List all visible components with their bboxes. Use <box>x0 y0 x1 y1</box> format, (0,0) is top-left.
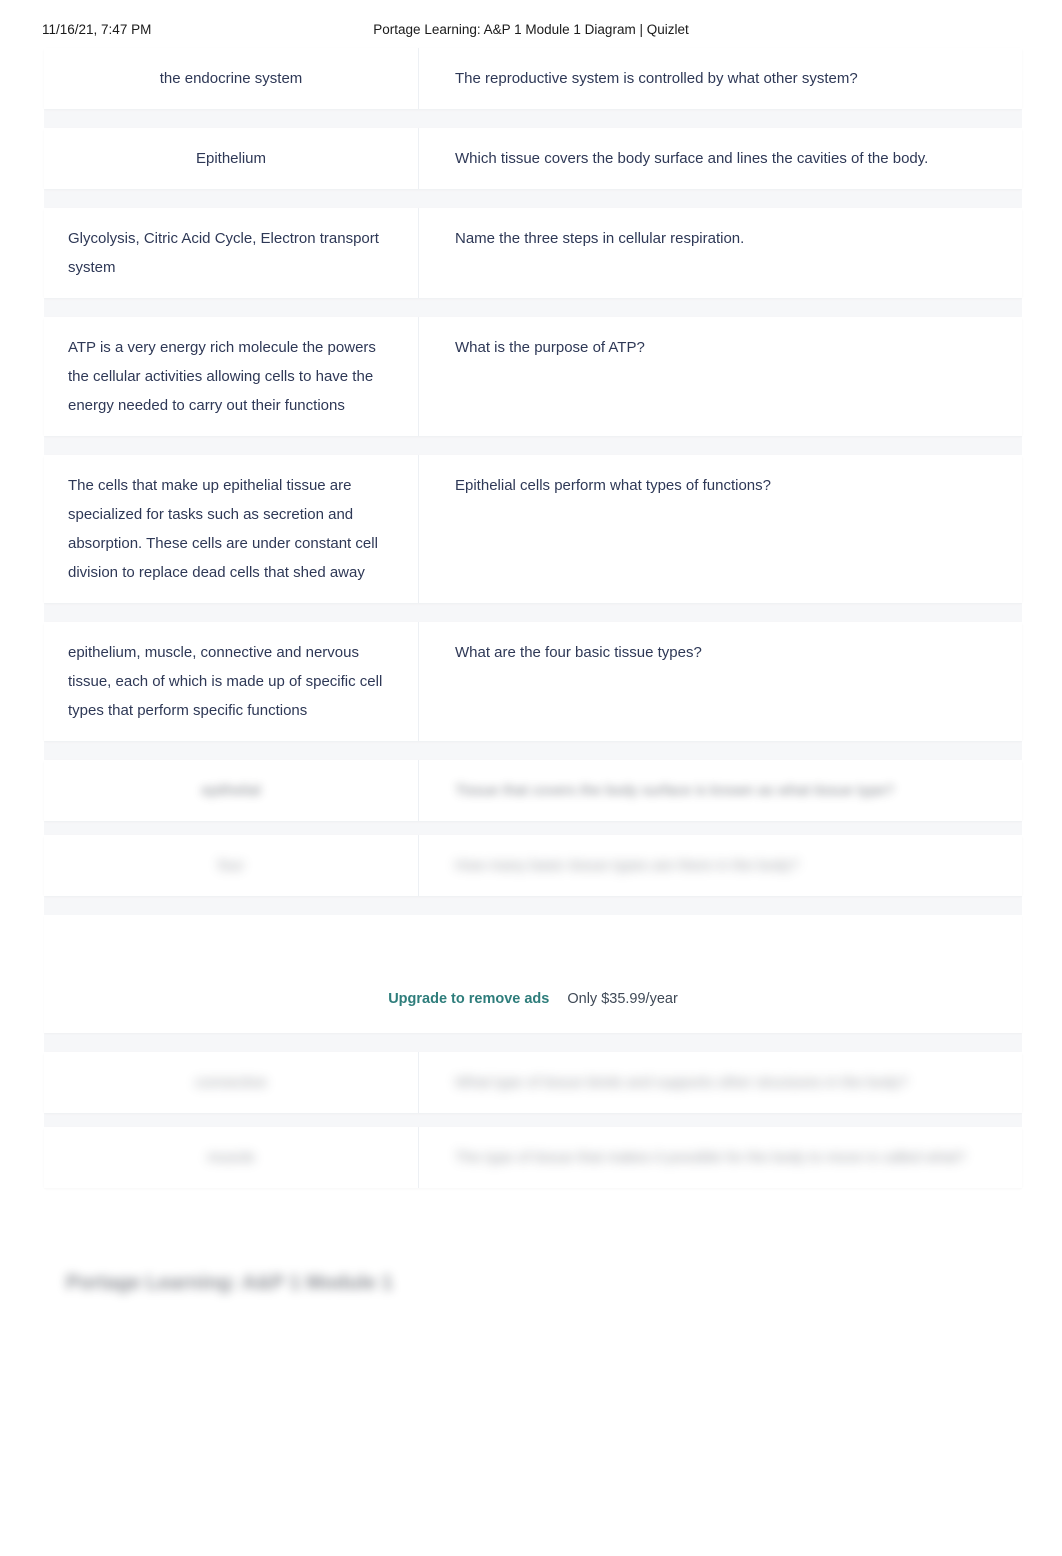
flashcard-definition-cell[interactable]: What are the four basic tissue types? <box>418 622 1022 741</box>
flashcard-sheet: the endocrine system The reproductive sy… <box>44 48 1022 1188</box>
flashcard-term-cell[interactable]: four <box>44 835 418 896</box>
flashcard-definition-cell[interactable]: How many basic tissue types are there in… <box>418 835 1022 896</box>
flashcard-row[interactable]: The cells that make up epithelial tissue… <box>44 455 1022 603</box>
row-separator <box>44 436 1022 455</box>
advertisement-price: Only $35.99/year <box>567 991 678 1007</box>
flashcard-term-cell[interactable]: ATP is a very energy rich molecule the p… <box>44 317 418 436</box>
flashcard-term: muscle <box>207 1149 255 1166</box>
flashcard-term-cell[interactable]: connective <box>44 1052 418 1113</box>
flashcard-definition-cell[interactable]: Tissue that covers the body surface is k… <box>418 760 1022 821</box>
flashcard-row[interactable]: Glycolysis, Citric Acid Cycle, Electron … <box>44 208 1022 298</box>
flashcard-term: ATP is a very energy rich molecule the p… <box>68 339 376 414</box>
flashcard-term-cell[interactable]: muscle <box>44 1127 418 1188</box>
document-title: Portage Learning: A&P 1 Module 1 Diagram… <box>373 22 689 37</box>
flashcard-row-blurred[interactable]: muscle The type of tissue that makes it … <box>44 1127 1022 1188</box>
flashcard-row[interactable]: ATP is a very energy rich molecule the p… <box>44 317 1022 436</box>
flashcard-term: the endocrine system <box>159 70 303 87</box>
flashcard-term: epithelium, muscle, connective and nervo… <box>68 644 383 719</box>
flashcard-term: four <box>218 857 244 874</box>
footer-blurred-text: Portage Learning: A&P 1 Module 1 <box>66 1272 393 1294</box>
flashcard-definition: The type of tissue that makes it possibl… <box>455 1149 966 1166</box>
row-separator <box>44 741 1022 760</box>
upgrade-to-remove-ads-link[interactable]: Upgrade to remove ads <box>388 991 549 1007</box>
flashcard-definition: What type of tissue binds and supports o… <box>455 1074 908 1091</box>
flashcard-term-cell[interactable]: epithelium, muscle, connective and nervo… <box>44 622 418 741</box>
flashcard-term-cell[interactable]: epithelial <box>44 760 418 821</box>
row-separator <box>44 1033 1022 1052</box>
flashcard-row[interactable]: Epithelium Which tissue covers the body … <box>44 128 1022 189</box>
row-separator <box>44 896 1022 915</box>
flashcard-row-blurred[interactable]: four How many basic tissue types are the… <box>44 835 1022 896</box>
flashcard-definition: What is the purpose of ATP? <box>455 339 645 356</box>
flashcard-definition: Name the three steps in cellular respira… <box>455 230 745 247</box>
flashcard-definition: How many basic tissue types are there in… <box>455 857 799 874</box>
flashcard-term: Glycolysis, Citric Acid Cycle, Electron … <box>68 230 379 276</box>
flashcard-term-cell[interactable]: The cells that make up epithelial tissue… <box>44 455 418 603</box>
flashcard-definition: The reproductive system is controlled by… <box>455 70 858 87</box>
flashcard-definition: Which tissue covers the body surface and… <box>455 150 929 167</box>
flashcard-definition-cell[interactable]: The type of tissue that makes it possibl… <box>418 1127 1022 1188</box>
flashcard-definition: Tissue that covers the body surface is k… <box>455 782 894 799</box>
flashcard-term: The cells that make up epithelial tissue… <box>68 477 378 581</box>
advertisement-banner: Upgrade to remove ads Only $35.99/year <box>44 915 1022 1033</box>
flashcard-row[interactable]: epithelium, muscle, connective and nervo… <box>44 622 1022 741</box>
flashcard-term-cell[interactable]: Epithelium <box>44 128 418 189</box>
flashcard-definition-cell[interactable]: Which tissue covers the body surface and… <box>418 128 1022 189</box>
row-separator <box>44 189 1022 208</box>
flashcard-definition-cell[interactable]: What type of tissue binds and supports o… <box>418 1052 1022 1113</box>
row-separator <box>44 603 1022 622</box>
row-separator <box>44 109 1022 128</box>
flashcard-term: epithelial <box>201 782 261 799</box>
flashcard-term: Epithelium <box>195 150 267 167</box>
row-separator <box>44 1113 1022 1127</box>
flashcard-term-cell[interactable]: the endocrine system <box>44 48 418 109</box>
flashcard-definition: Epithelial cells perform what types of f… <box>455 477 771 494</box>
flashcard-definition-cell[interactable]: Name the three steps in cellular respira… <box>418 208 1022 298</box>
flashcard-row[interactable]: the endocrine system The reproductive sy… <box>44 48 1022 109</box>
advertisement-content: Upgrade to remove ads Only $35.99/year <box>44 991 1022 1007</box>
row-separator <box>44 298 1022 317</box>
flashcard-row-blurred[interactable]: epithelial Tissue that covers the body s… <box>44 760 1022 821</box>
flashcard-term-cell[interactable]: Glycolysis, Citric Acid Cycle, Electron … <box>44 208 418 298</box>
row-separator <box>44 821 1022 835</box>
flashcard-definition: What are the four basic tissue types? <box>455 644 702 661</box>
print-header: 11/16/21, 7:47 PM Portage Learning: A&P … <box>0 22 1062 46</box>
flashcard-definition-cell[interactable]: The reproductive system is controlled by… <box>418 48 1022 109</box>
flashcard-definition-cell[interactable]: What is the purpose of ATP? <box>418 317 1022 436</box>
flashcard-definition-cell[interactable]: Epithelial cells perform what types of f… <box>418 455 1022 603</box>
flashcard-term: connective <box>195 1074 267 1091</box>
flashcard-row-blurred[interactable]: connective What type of tissue binds and… <box>44 1052 1022 1113</box>
